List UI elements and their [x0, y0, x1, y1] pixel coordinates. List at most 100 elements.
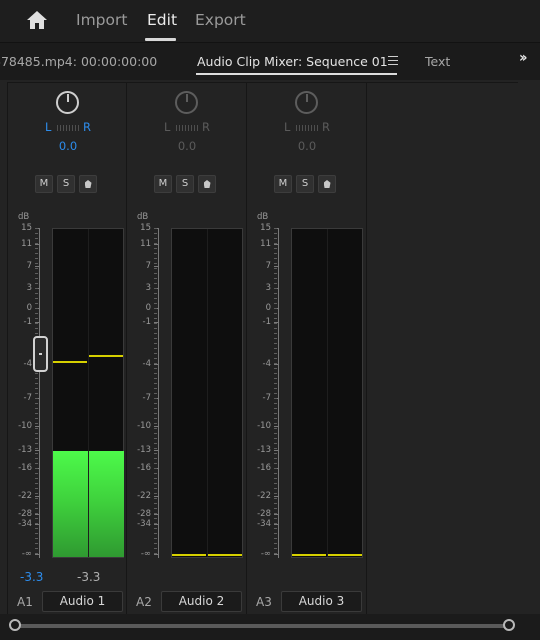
mute-button[interactable]: M — [274, 175, 292, 193]
db-scale-label: -16 — [18, 463, 32, 473]
tab-text[interactable]: Text — [425, 54, 450, 69]
db-scale-label: -13 — [257, 445, 271, 455]
track-name-field[interactable]: Audio 3 — [281, 591, 362, 612]
db-scale-label: -28 — [257, 509, 271, 519]
db-scale-label: 3 — [265, 283, 271, 293]
chevron-double-right-icon[interactable]: ›› — [519, 50, 527, 66]
db-scale-label: -10 — [18, 421, 32, 431]
scroll-handle-right[interactable] — [503, 619, 515, 631]
db-scale-label: -1 — [262, 317, 271, 327]
active-panel-indicator — [196, 73, 397, 75]
pan-left-label: L — [164, 120, 171, 134]
db-scale-label: -22 — [137, 491, 151, 501]
db-scale-label: -∞ — [260, 549, 271, 559]
db-scale-label: -28 — [18, 509, 32, 519]
tab-import[interactable]: Import — [76, 11, 127, 29]
record-icon — [203, 180, 211, 188]
pan-right-label: R — [202, 120, 210, 134]
db-scale-label: -13 — [18, 445, 32, 455]
scroll-track[interactable] — [15, 624, 509, 628]
channel-strip-a3: L R 0.0 M SdB 15 11 7 3 0 -1 -4 -7 -10 -13 -16 -22 -28 -34… — [247, 82, 367, 614]
tab-audio-clip-mixer[interactable]: Audio Clip Mixer: Sequence 01 — [197, 54, 388, 69]
db-scale-label: 11 — [140, 239, 151, 249]
pan-left-label: L — [45, 120, 52, 134]
meter-divider — [207, 229, 208, 557]
db-scale-label: -10 — [257, 421, 271, 431]
track-id: A2 — [136, 595, 152, 609]
track-id: A1 — [17, 595, 33, 609]
channel-strip-a2: L R 0.0 M SdB 15 11 7 3 0 -1 -4 -7 -10 -13 -16 -22 -28 -34… — [127, 82, 247, 614]
db-scale-label: -4 — [142, 359, 151, 369]
mute-button[interactable]: M — [35, 175, 53, 193]
pan-right-label: R — [83, 120, 91, 134]
record-button[interactable] — [79, 175, 97, 193]
db-scale-label: 7 — [145, 261, 151, 271]
peak-value: -3.3 — [77, 570, 101, 584]
pan-value[interactable]: 0.0 — [8, 139, 128, 153]
volume-value[interactable]: -3.3 — [20, 570, 43, 584]
pan-scale — [57, 125, 79, 131]
db-scale-label: 7 — [265, 261, 271, 271]
scroll-handle-left[interactable] — [9, 619, 21, 631]
pan-right-label: R — [322, 120, 330, 134]
track-name-field[interactable]: Audio 2 — [161, 591, 242, 612]
pan-value[interactable]: 0.0 — [127, 139, 247, 153]
peak-hold-right — [89, 355, 123, 358]
db-scale-label: -10 — [137, 421, 151, 431]
tab-source-monitor[interactable]: 678485.mp4: 00:00:00:00 — [0, 54, 157, 69]
db-minor-ticks — [274, 228, 277, 558]
db-unit-label: dB — [137, 212, 149, 222]
db-scale-label: -4 — [262, 359, 271, 369]
db-minor-ticks — [35, 228, 38, 558]
pan-left-label: L — [284, 120, 291, 134]
fader-rail — [158, 228, 159, 558]
panel-tab-bar: 678485.mp4: 00:00:00:00 Audio Clip Mixer… — [0, 42, 540, 80]
level-meter — [171, 228, 243, 558]
db-scale-label: 11 — [21, 239, 32, 249]
level-meter — [291, 228, 363, 558]
tab-edit[interactable]: Edit — [147, 11, 177, 29]
db-scale-label: -7 — [142, 393, 151, 403]
db-unit-label: dB — [257, 212, 269, 222]
db-scale-label: -22 — [18, 491, 32, 501]
level-meter — [52, 228, 124, 558]
tab-export[interactable]: Export — [195, 11, 246, 29]
db-scale-label: 15 — [140, 223, 151, 233]
db-scale-label: -34 — [257, 519, 271, 529]
db-scale-label: 15 — [260, 223, 271, 233]
record-icon — [84, 180, 92, 188]
db-scale-label: -16 — [137, 463, 151, 473]
db-minor-ticks — [154, 228, 157, 558]
record-icon — [323, 180, 331, 188]
pan-knob[interactable] — [175, 91, 198, 114]
fader-rail — [278, 228, 279, 558]
home-icon[interactable] — [26, 10, 48, 30]
track-name-field[interactable]: Audio 1 — [42, 591, 123, 612]
pan-knob[interactable] — [56, 91, 79, 114]
db-scale-label: -1 — [142, 317, 151, 327]
meter-divider — [327, 229, 328, 557]
solo-button[interactable]: S — [296, 175, 314, 193]
horizontal-scrollbar[interactable] — [0, 614, 540, 640]
track-id: A3 — [256, 595, 272, 609]
record-button[interactable] — [318, 175, 336, 193]
db-scale-label: -13 — [137, 445, 151, 455]
db-scale-label: -22 — [257, 491, 271, 501]
pan-value[interactable]: 0.0 — [247, 139, 367, 153]
pan-knob[interactable] — [295, 91, 318, 114]
peak-hold-left — [292, 554, 326, 556]
volume-fader-handle[interactable] — [33, 336, 48, 373]
db-scale-label: -7 — [23, 393, 32, 403]
panel-menu-icon[interactable] — [388, 56, 398, 65]
db-scale-label: 0 — [26, 303, 32, 313]
meter-fill-right — [89, 451, 124, 557]
db-scale-label: 7 — [26, 261, 32, 271]
mute-button[interactable]: M — [154, 175, 172, 193]
solo-button[interactable]: S — [176, 175, 194, 193]
peak-hold-left — [53, 360, 87, 363]
db-scale-label: 3 — [26, 283, 32, 293]
db-unit-label: dB — [18, 212, 30, 222]
solo-button[interactable]: S — [57, 175, 75, 193]
db-scale-label: 3 — [145, 283, 151, 293]
record-button[interactable] — [198, 175, 216, 193]
